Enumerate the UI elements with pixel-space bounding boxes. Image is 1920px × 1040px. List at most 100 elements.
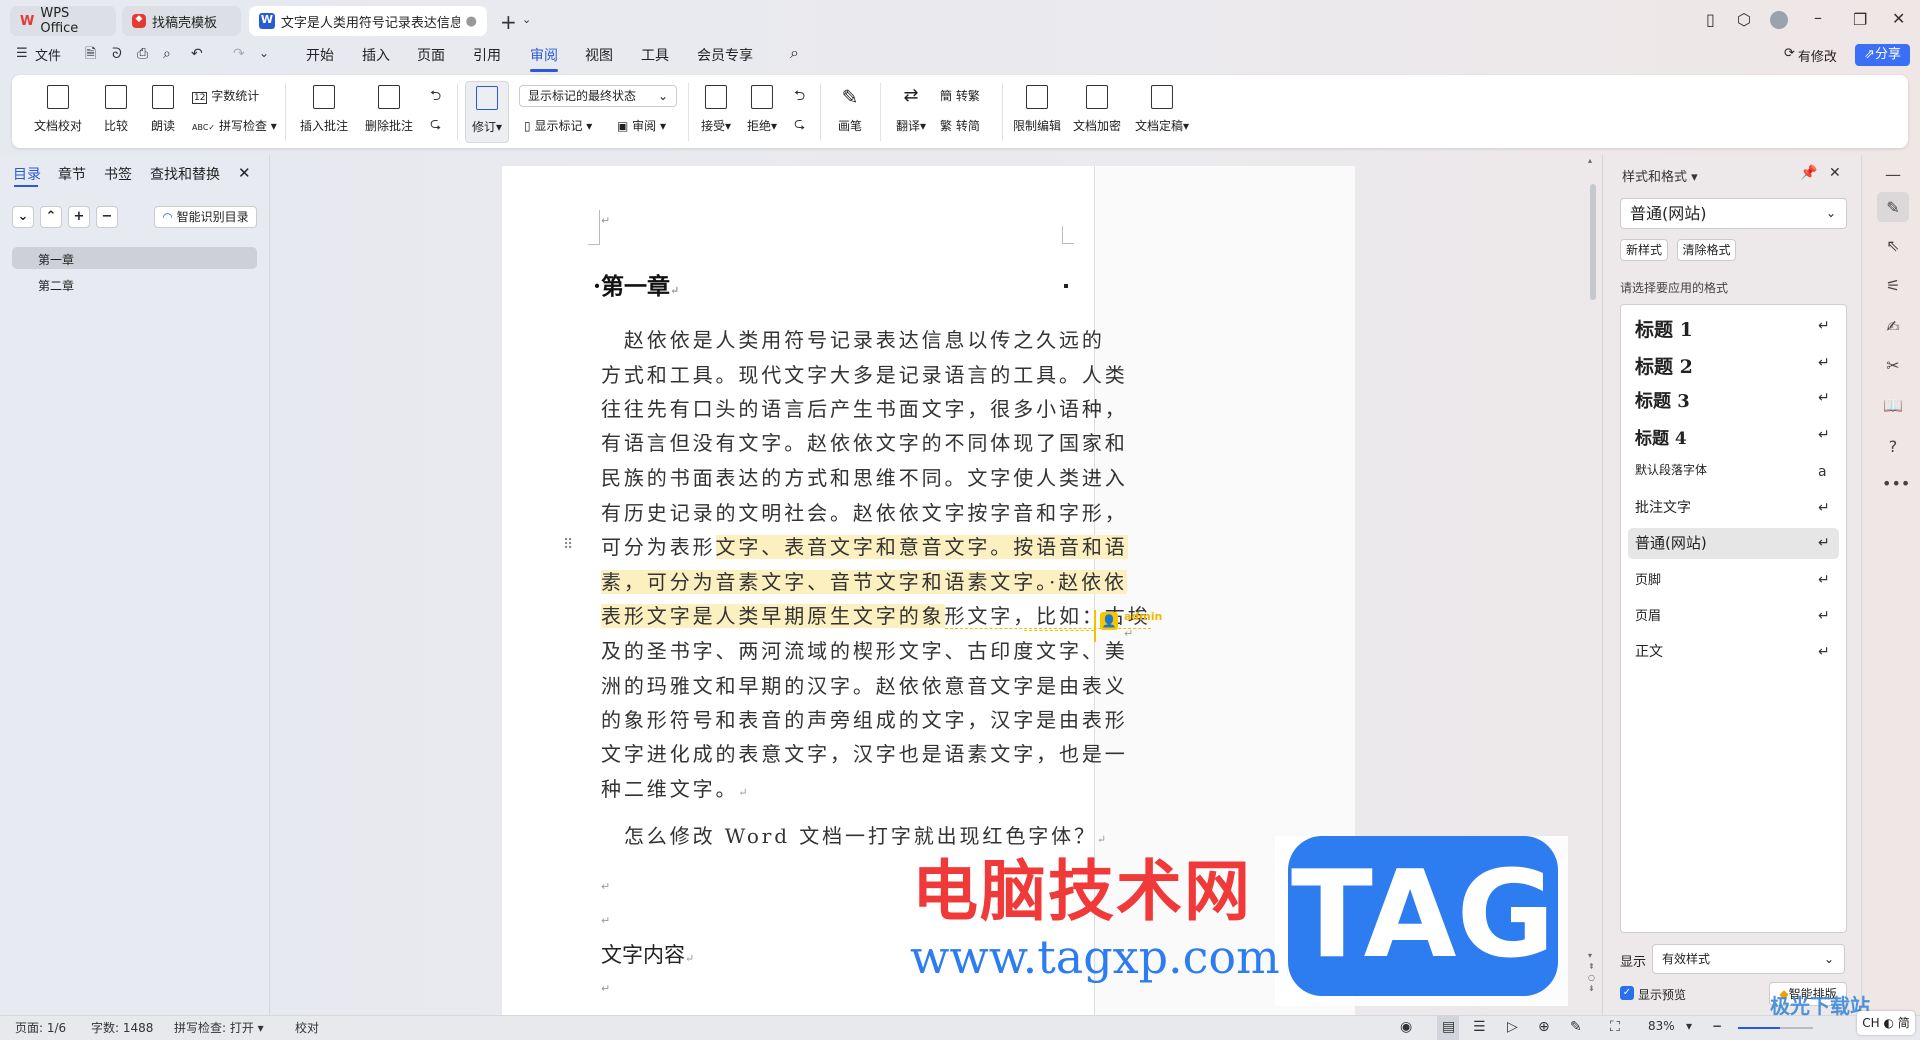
modified-status[interactable]: ⟳ 有修改 — [1784, 46, 1837, 65]
insert-comment-button[interactable]: 插入批注 — [300, 85, 348, 134]
proofread-button[interactable]: 文档校对 — [34, 85, 82, 134]
chevron-down-icon[interactable]: ⌄ — [12, 206, 34, 228]
delete-comment-button[interactable]: 删除批注 — [365, 85, 413, 134]
search-icon[interactable]: ⌕ — [790, 45, 799, 61]
text-line[interactable]: 洲的玛雅文和早期的汉字。赵依依意音文字是由表义 — [601, 671, 1128, 701]
menu-icon[interactable]: ☰ — [16, 47, 28, 60]
text-line[interactable]: 有历史记录的文明社会。赵依依文字按字音和字形， — [601, 498, 1128, 528]
play-icon[interactable]: ▷ — [1507, 1019, 1518, 1035]
menu-view[interactable]: 视图 — [585, 45, 613, 65]
tab-template[interactable]: ◆ 找稿壳模板 — [122, 6, 241, 36]
outline-view-icon[interactable]: ☰ — [1473, 1019, 1486, 1035]
style-item[interactable]: 普通(网站) — [1635, 532, 1835, 553]
text-line[interactable]: 素，可分为音素文字、音节文字和语素文字。·赵依依 — [601, 567, 1127, 597]
close-icon[interactable]: ✕ — [238, 164, 251, 182]
cube-icon[interactable]: ⬡ — [1737, 12, 1751, 28]
toc-item[interactable]: 第二章 — [38, 277, 74, 294]
menu-start[interactable]: 开始 — [306, 45, 334, 65]
style-item[interactable]: 标题 2 — [1635, 352, 1835, 379]
style-item[interactable]: 标题 4 — [1635, 424, 1835, 449]
style-item[interactable]: 默认段落字体 — [1635, 461, 1835, 478]
close-icon[interactable]: ✕ — [1892, 11, 1905, 27]
previous-change-icon[interactable]: ⮌ — [794, 89, 805, 103]
minus-icon[interactable]: − — [96, 206, 118, 228]
book-search-icon[interactable]: 📖 — [1882, 396, 1904, 415]
avatar[interactable] — [1770, 11, 1788, 29]
comment-author[interactable]: admin — [1124, 610, 1162, 623]
preview-checkbox[interactable]: ✓ — [1620, 986, 1634, 1000]
collapse-icon[interactable]: — — [1882, 165, 1904, 184]
style-item[interactable]: 正文 — [1635, 641, 1835, 661]
proofread-status[interactable]: 校对 — [295, 1019, 319, 1036]
eye-protection-icon[interactable]: ◉ — [1400, 1019, 1412, 1035]
page-nav-icons[interactable]: ▾ ⇞ ○ ⇟ — [1588, 950, 1595, 994]
tools-icon[interactable]: ✂ — [1882, 356, 1904, 375]
nav-tab-chapter[interactable]: 章节 — [58, 164, 86, 184]
text-line[interactable]: 文字进化成的表意文字，汉字也是语素文字，也是一 — [601, 739, 1128, 769]
zoom-slider[interactable] — [1738, 1027, 1813, 1029]
new-tab-icon[interactable]: + — [500, 12, 517, 32]
page-indicator[interactable]: 页面: 1/6 — [15, 1019, 66, 1036]
handwriting-icon[interactable]: ✍ — [1882, 317, 1904, 336]
link-icon[interactable]: ᘐ — [112, 47, 122, 61]
nav-tab-toc[interactable]: 目录 — [13, 164, 41, 184]
pen-button[interactable]: ✎ 画笔 — [838, 85, 862, 134]
show-filter-select[interactable]: 有效样式 ⌄ — [1652, 944, 1845, 974]
minimize-icon[interactable]: – — [1814, 10, 1822, 26]
read-aloud-button[interactable]: 朗读 — [151, 85, 175, 134]
chevron-down-icon[interactable]: ⌄ — [522, 14, 531, 25]
styles-panel-title[interactable]: 样式和格式 ▾ — [1622, 166, 1698, 185]
previous-comment-icon[interactable]: ⮌ — [430, 89, 441, 103]
drag-handle-icon[interactable]: ⠿ — [563, 537, 573, 553]
text-line[interactable]: 及的圣书字、两河流域的楔形文字、古印度文字、美 — [601, 636, 1128, 666]
menu-page[interactable]: 页面 — [417, 45, 445, 65]
style-brush-icon[interactable]: ✎ — [1882, 198, 1904, 217]
to-traditional-button[interactable]: 簡 转繁 — [940, 87, 980, 104]
undo-icon[interactable]: ↶ — [191, 47, 203, 61]
tab-document[interactable]: W 文字是人类用符号记录表达信息以 ● — [249, 6, 487, 36]
current-style-select[interactable]: 普通(网站) ⌄ — [1620, 198, 1847, 229]
text-line[interactable]: 可分为表形文字、表音文字和意音文字。按语音和语 — [601, 532, 1128, 562]
style-item[interactable]: 页眉 — [1635, 605, 1835, 624]
compare-button[interactable]: 比较 — [104, 85, 128, 134]
accept-button[interactable]: 接受▾ — [701, 85, 731, 134]
word-count[interactable]: 字数: 1488 — [91, 1019, 153, 1036]
style-item[interactable]: 标题 1 — [1635, 315, 1835, 342]
text-line[interactable]: 民族的书面表达的方式和思维不同。文字使人类进入 — [601, 463, 1128, 493]
reject-button[interactable]: 拒绝▾ — [747, 85, 777, 134]
page-view-icon[interactable]: ▤ — [1442, 1019, 1455, 1035]
save-icon[interactable]: 🗎 — [85, 47, 96, 61]
more-chevron-icon[interactable]: ⌄ — [259, 47, 269, 59]
track-changes-button[interactable]: 修订▾ — [465, 81, 509, 143]
help-icon[interactable]: ? — [1882, 437, 1904, 456]
fit-page-icon[interactable]: ⛶ — [1610, 1019, 1620, 1035]
new-style-button[interactable]: 新样式 — [1620, 239, 1668, 261]
text-line[interactable]: 的象形符号和表音的声旁组成的文字，汉字是由表形 — [601, 705, 1128, 735]
zoom-dropdown-icon[interactable]: ▾ — [1686, 1019, 1692, 1033]
finalize-button[interactable]: 文档定稿▾ — [1135, 85, 1189, 134]
web-view-icon[interactable]: ⊕ — [1538, 1019, 1550, 1035]
text-line[interactable]: 种二维文字。↵ — [601, 774, 751, 804]
text-line[interactable]: 往往先有口头的语言后产生书面文字，很多小语种， — [601, 394, 1128, 424]
smart-toc-button[interactable]: ◠ 智能识别目录 — [154, 206, 257, 228]
menu-tools[interactable]: 工具 — [641, 45, 669, 65]
style-item[interactable]: 批注文字 — [1635, 497, 1835, 517]
select-pointer-icon[interactable]: ⇖ — [1882, 236, 1904, 255]
zoom-out-icon[interactable]: − — [1712, 1019, 1722, 1033]
next-change-icon[interactable]: ⮎ — [794, 117, 805, 131]
content-heading[interactable]: 文字内容↵ — [601, 939, 694, 969]
scrollbar-thumb[interactable] — [1590, 184, 1596, 300]
menu-review[interactable]: 审阅 — [530, 45, 558, 72]
spell-check-button[interactable]: ABC✓ 拼写检查 ▾ — [192, 117, 277, 134]
style-item[interactable]: 页脚 — [1635, 569, 1835, 588]
menu-insert[interactable]: 插入 — [362, 45, 390, 65]
text-line[interactable]: 赵依依是人类用符号记录表达信息以传之久远的 — [601, 325, 1105, 355]
spell-check-status[interactable]: 拼写检查: 打开 ▾ — [174, 1019, 264, 1036]
clear-format-button[interactable]: 清除格式 — [1677, 239, 1736, 261]
tablet-mode-icon[interactable]: ▯ — [1706, 12, 1715, 28]
style-item[interactable]: 标题 3 — [1635, 387, 1835, 413]
nav-tab-bookmark[interactable]: 书签 — [104, 164, 132, 184]
restore-icon[interactable]: ❐ — [1853, 12, 1867, 28]
more-icon[interactable]: ••• — [1882, 474, 1910, 493]
print-icon[interactable]: ⎙ — [137, 47, 148, 61]
